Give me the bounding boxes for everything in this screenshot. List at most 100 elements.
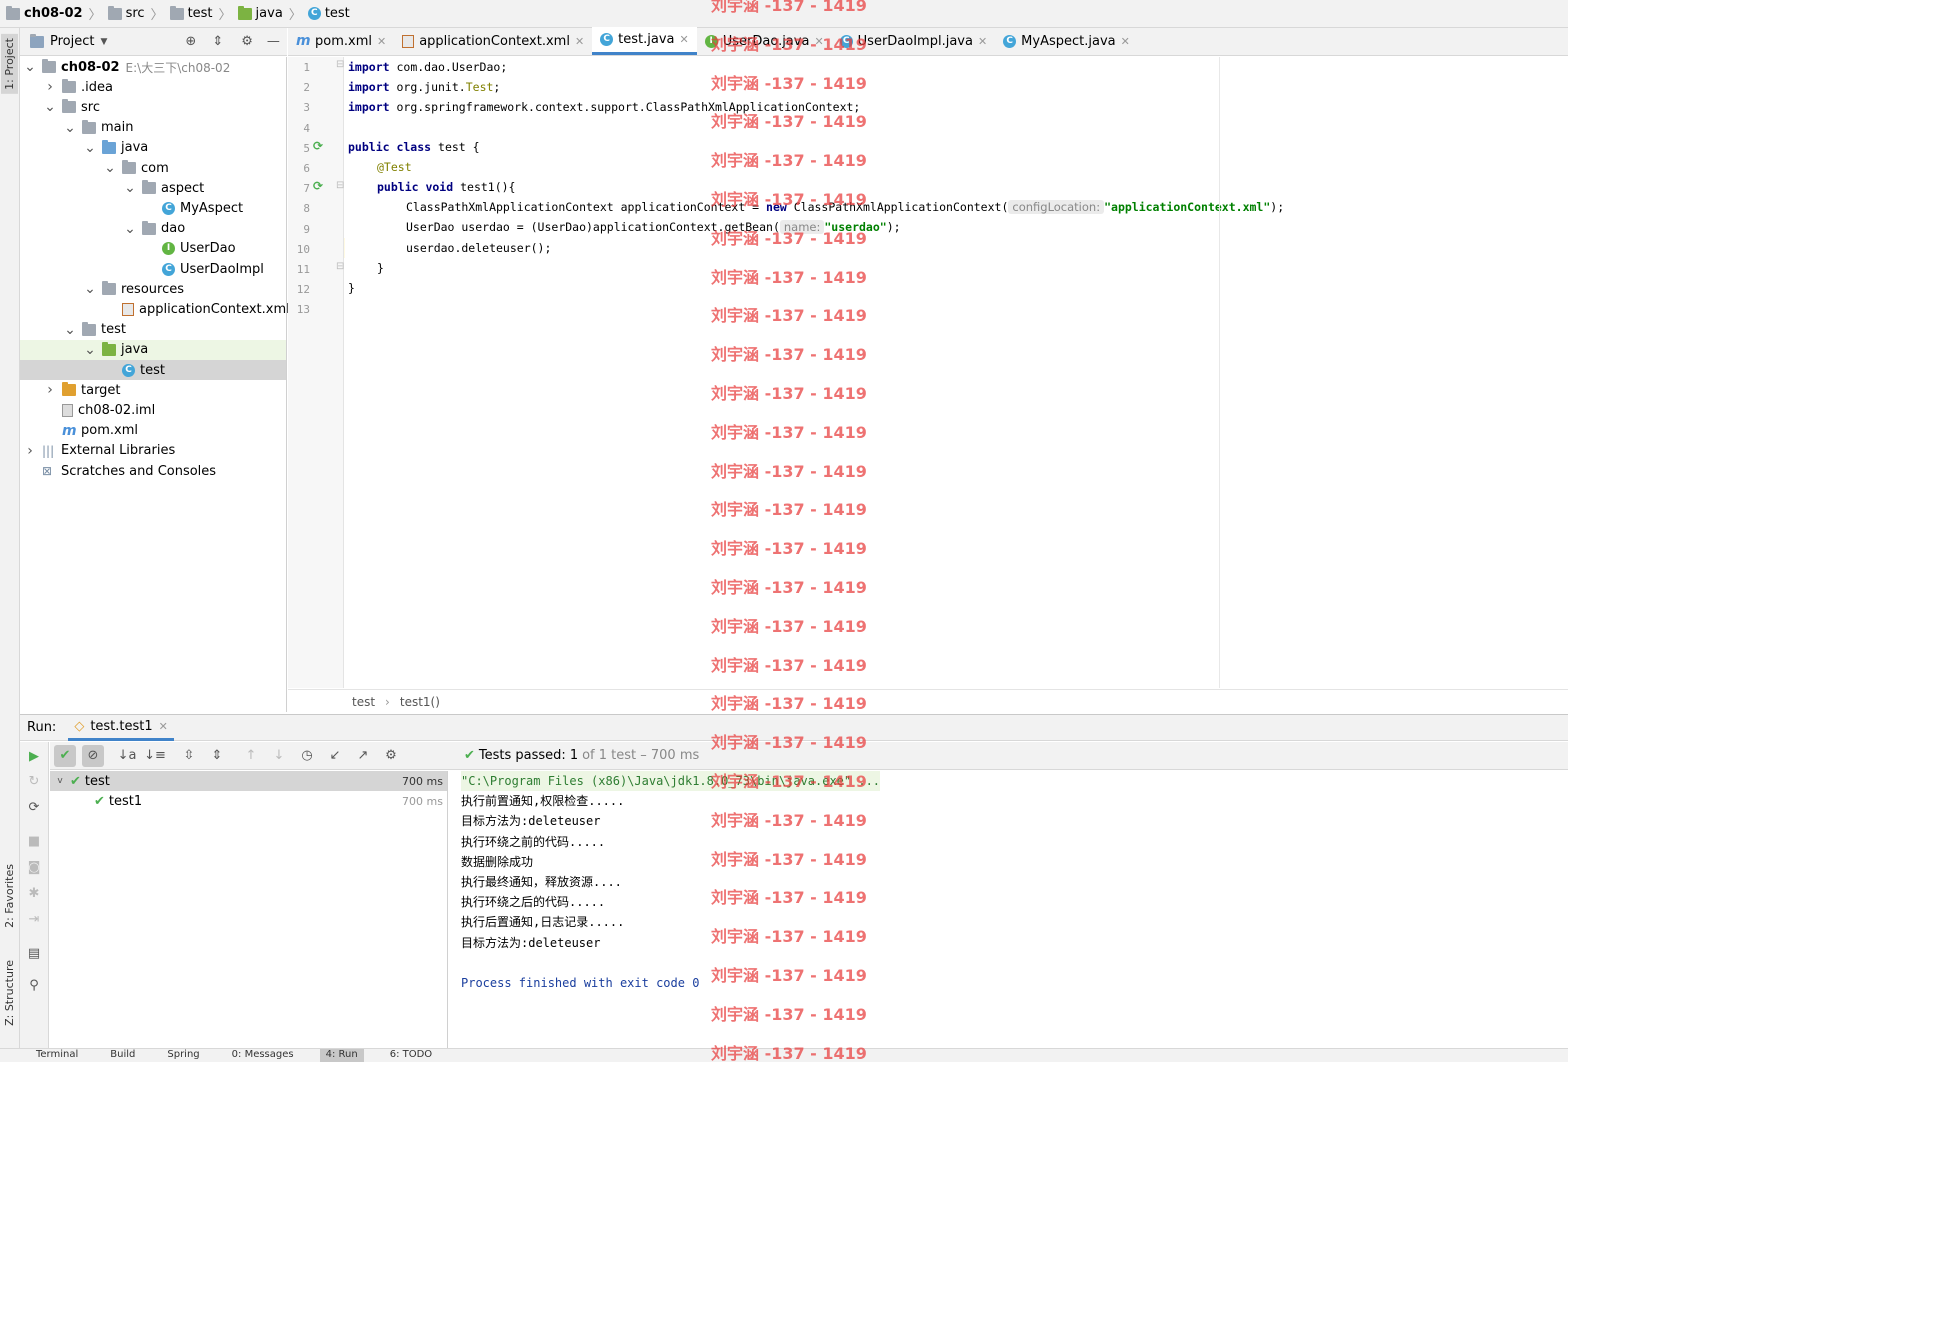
sort-duration-icon[interactable]: ↓≡: [144, 745, 166, 767]
editor-tab[interactable]: m pom.xml ✕: [288, 27, 394, 55]
project-tree-item[interactable]: › ||| External Libraries: [20, 441, 286, 461]
project-tree-item[interactable]: applicationContext.xml: [20, 299, 290, 319]
close-icon[interactable]: ✕: [1121, 35, 1130, 48]
project-tree-item[interactable]: C MyAspect: [20, 198, 286, 218]
fold-icon[interactable]: ⊟: [336, 261, 344, 272]
bottom-tab[interactable]: Terminal: [30, 1049, 84, 1062]
run-tab[interactable]: ◇ test.test1 ✕: [68, 714, 174, 741]
run-test-icon[interactable]: ⟳: [313, 179, 323, 193]
close-icon[interactable]: ✕: [377, 35, 386, 48]
project-tree-item[interactable]: C UserDaoImpl: [20, 259, 286, 279]
project-panel-title[interactable]: Project: [50, 34, 94, 49]
project-tree-item[interactable]: ⌄ ch08-02 E:\大三下\ch08-02: [20, 57, 286, 77]
chevron-down-icon[interactable]: ⌄: [104, 161, 116, 175]
editor-breadcrumb-class[interactable]: test: [352, 695, 375, 709]
project-tree-item[interactable]: Ctest: [20, 360, 286, 380]
project-tree-item[interactable]: ⌄ test: [20, 320, 286, 340]
editor-tab[interactable]: I UserDao.java ✕: [697, 27, 832, 55]
project-tree-item[interactable]: ⌄ aspect: [20, 178, 286, 198]
breadcrumb-file[interactable]: Ctest: [307, 6, 350, 21]
sort-alpha-icon[interactable]: ↓a: [116, 745, 138, 767]
project-tree-item[interactable]: I UserDao: [20, 239, 286, 259]
chevron-down-icon[interactable]: ⌄: [84, 343, 96, 357]
editor-tab[interactable]: Ctest.java ✕: [592, 27, 697, 55]
chevron-down-icon[interactable]: ⌄: [124, 181, 136, 195]
chevron-right-icon[interactable]: ›: [24, 443, 36, 459]
editor-tab[interactable]: applicationContext.xml ✕: [394, 27, 592, 55]
fold-icon[interactable]: ⊟: [336, 59, 344, 70]
debug-icon[interactable]: ✱: [23, 882, 45, 904]
next-failed-icon[interactable]: ↓: [268, 745, 290, 767]
chevron-down-icon[interactable]: ⌄: [64, 323, 76, 337]
previous-failed-icon[interactable]: ↑: [240, 745, 262, 767]
expand-all-icon[interactable]: ⇳: [178, 745, 200, 767]
chevron-down-icon[interactable]: ⌄: [64, 121, 76, 135]
project-tree-item[interactable]: m pom.xml: [20, 421, 286, 441]
bottom-tab[interactable]: 4: Run: [319, 1049, 364, 1062]
project-tree-item[interactable]: ⌄ java: [20, 138, 286, 158]
editor-tab[interactable]: C UserDaoImpl.java ✕: [832, 27, 996, 55]
project-tree-item[interactable]: ⊠ Scratches and Consoles: [20, 461, 286, 481]
close-icon[interactable]: ✕: [978, 35, 987, 48]
breadcrumb-test[interactable]: test 〉: [169, 4, 234, 23]
breadcrumb-java[interactable]: java 〉: [237, 4, 304, 23]
layout-icon[interactable]: ▤: [23, 942, 45, 964]
test-case-row[interactable]: ✔ test1 700 ms: [50, 791, 447, 811]
favorites-tool-tab[interactable]: 2: Favorites: [1, 860, 18, 932]
locate-icon[interactable]: ⊕: [185, 34, 196, 49]
project-tool-tab[interactable]: 1: Project: [1, 34, 18, 94]
project-tree-item[interactable]: ⌄ dao: [20, 219, 286, 239]
code-editor[interactable]: import com.dao.UserDao; import org.junit…: [345, 57, 1568, 688]
chevron-down-icon[interactable]: ⌄: [84, 141, 96, 155]
hide-panel-icon[interactable]: —: [267, 34, 280, 49]
project-tree-item[interactable]: ⌄ resources: [20, 279, 286, 299]
chevron-down-icon[interactable]: ⌄: [44, 100, 56, 114]
console-output[interactable]: "C:\Program Files (x86)\Java\jdk1.8.0_73…: [449, 771, 1568, 1048]
stop-icon[interactable]: ■: [23, 830, 45, 852]
chevron-down-icon[interactable]: ⌄: [84, 282, 96, 296]
gear-icon[interactable]: ⚙: [380, 745, 402, 767]
camera-icon[interactable]: ◙: [23, 856, 45, 878]
bottom-tab[interactable]: 6: TODO: [384, 1049, 438, 1062]
rerun-failed-icon[interactable]: ↻: [23, 770, 45, 792]
test-history-icon[interactable]: ◷: [296, 745, 318, 767]
chevron-right-icon[interactable]: ›: [44, 382, 56, 398]
chevron-down-icon[interactable]: ⌄: [24, 60, 36, 74]
project-tree-item[interactable]: ch08-02.iml: [20, 400, 286, 420]
bottom-tab[interactable]: Build: [104, 1049, 141, 1062]
exit-icon[interactable]: ⇥: [23, 908, 45, 930]
collapse-all-icon[interactable]: ⇕: [206, 745, 228, 767]
run-test-icon[interactable]: ⟳: [313, 139, 323, 153]
close-icon[interactable]: ✕: [159, 720, 168, 733]
close-icon[interactable]: ✕: [680, 33, 689, 46]
collapse-all-icon[interactable]: ⇕: [212, 34, 223, 49]
close-icon[interactable]: ✕: [575, 35, 584, 48]
export-tests-icon[interactable]: ↗: [352, 745, 374, 767]
project-tree-item[interactable]: › .idea: [20, 77, 286, 97]
project-tree-item[interactable]: ⌄ java: [20, 339, 286, 360]
gear-icon[interactable]: ⚙: [241, 34, 253, 49]
import-tests-icon[interactable]: ↙: [324, 745, 346, 767]
show-passed-icon[interactable]: ✔: [54, 744, 76, 767]
breadcrumb-src[interactable]: src 〉: [107, 4, 166, 23]
breadcrumb-project[interactable]: ch08-02 〉: [6, 4, 104, 23]
close-icon[interactable]: ✕: [814, 35, 823, 48]
rerun-icon[interactable]: ▶: [23, 745, 45, 767]
toggle-auto-test-icon[interactable]: ⟳: [23, 796, 45, 818]
bottom-tab[interactable]: Spring: [161, 1049, 205, 1062]
bottom-tab[interactable]: 0: Messages: [226, 1049, 300, 1062]
chevron-right-icon[interactable]: ›: [44, 79, 56, 95]
project-tree-item[interactable]: ⌄ main: [20, 118, 286, 138]
structure-tool-tab[interactable]: Z: Structure: [1, 956, 18, 1030]
test-suite-row[interactable]: v ✔ test 700 ms: [50, 771, 447, 791]
project-tree-item[interactable]: › target: [20, 380, 286, 400]
editor-tab[interactable]: C MyAspect.java ✕: [995, 27, 1138, 55]
project-tree-item[interactable]: ⌄ src: [20, 97, 286, 117]
chevron-down-icon[interactable]: ⌄: [124, 222, 136, 236]
show-ignored-icon[interactable]: ⊘: [82, 744, 104, 767]
project-tree-item[interactable]: ⌄ com: [20, 158, 286, 178]
chevron-down-icon[interactable]: ▼: [100, 37, 107, 47]
fold-icon[interactable]: ⊟: [336, 180, 344, 191]
pin-icon[interactable]: ⚲: [23, 974, 45, 996]
editor-breadcrumb-method[interactable]: test1(): [400, 695, 440, 709]
